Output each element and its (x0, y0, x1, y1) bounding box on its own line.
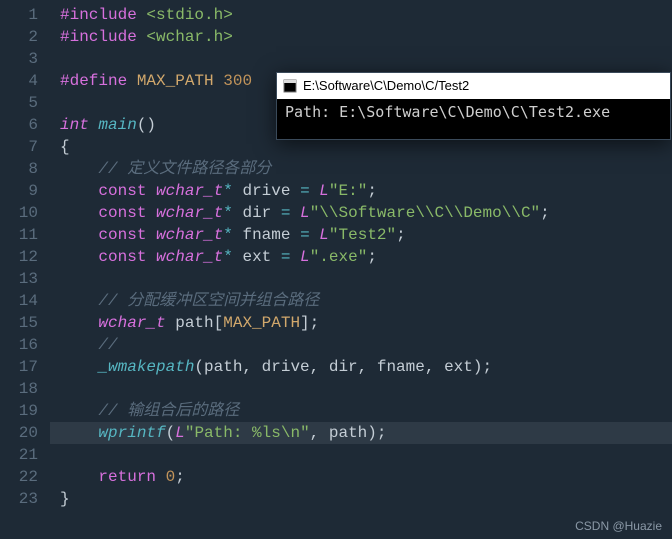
code-line: #include <stdio.h> (50, 4, 672, 26)
code-line: // 输组合后的路径 (50, 400, 672, 422)
line-number: 12 (8, 246, 38, 268)
code-line: #include <wchar.h> (50, 26, 672, 48)
watermark: CSDN @Huazie (575, 519, 662, 533)
line-number: 13 (8, 268, 38, 290)
line-number: 9 (8, 180, 38, 202)
line-number: 11 (8, 224, 38, 246)
line-number: 1 (8, 4, 38, 26)
code-line: // (50, 334, 672, 356)
line-number: 16 (8, 334, 38, 356)
code-line: // 分配缓冲区空间并组合路径 (50, 290, 672, 312)
line-gutter: 1 2 3 4 5 6 7 8 9 10 11 12 13 14 15 16 1… (0, 0, 50, 539)
line-number: 20 (8, 422, 38, 444)
code-line: const wchar_t* fname = L"Test2"; (50, 224, 672, 246)
console-icon (283, 79, 297, 93)
line-number: 8 (8, 158, 38, 180)
line-number: 2 (8, 26, 38, 48)
code-line: // 定义文件路径各部分 (50, 158, 672, 180)
line-number: 14 (8, 290, 38, 312)
code-line: const wchar_t* drive = L"E:"; (50, 180, 672, 202)
line-number: 10 (8, 202, 38, 224)
console-output: Path: E:\Software\C\Demo\C\Test2.exe (277, 99, 670, 139)
line-number: 19 (8, 400, 38, 422)
code-line: wchar_t path[MAX_PATH]; (50, 312, 672, 334)
console-window[interactable]: E:\Software\C\Demo\C/Test2 Path: E:\Soft… (276, 72, 671, 140)
code-line (50, 268, 672, 290)
line-number: 5 (8, 92, 38, 114)
code-line: const wchar_t* ext = L".exe"; (50, 246, 672, 268)
line-number: 18 (8, 378, 38, 400)
code-line (50, 48, 672, 70)
line-number: 4 (8, 70, 38, 92)
code-line: _wmakepath(path, drive, dir, fname, ext)… (50, 356, 672, 378)
code-line: return 0; (50, 466, 672, 488)
code-line-active: wprintf(L"Path: %ls\n", path); (50, 422, 672, 444)
line-number: 17 (8, 356, 38, 378)
console-titlebar[interactable]: E:\Software\C\Demo\C/Test2 (277, 73, 670, 99)
code-line: const wchar_t* dir = L"\\Software\\C\\De… (50, 202, 672, 224)
line-number: 6 (8, 114, 38, 136)
line-number: 22 (8, 466, 38, 488)
line-number: 15 (8, 312, 38, 334)
line-number: 23 (8, 488, 38, 510)
line-number: 21 (8, 444, 38, 466)
code-line: } (50, 488, 672, 510)
code-line (50, 444, 672, 466)
code-line (50, 378, 672, 400)
line-number: 7 (8, 136, 38, 158)
console-title-text: E:\Software\C\Demo\C/Test2 (303, 73, 469, 99)
line-number: 3 (8, 48, 38, 70)
